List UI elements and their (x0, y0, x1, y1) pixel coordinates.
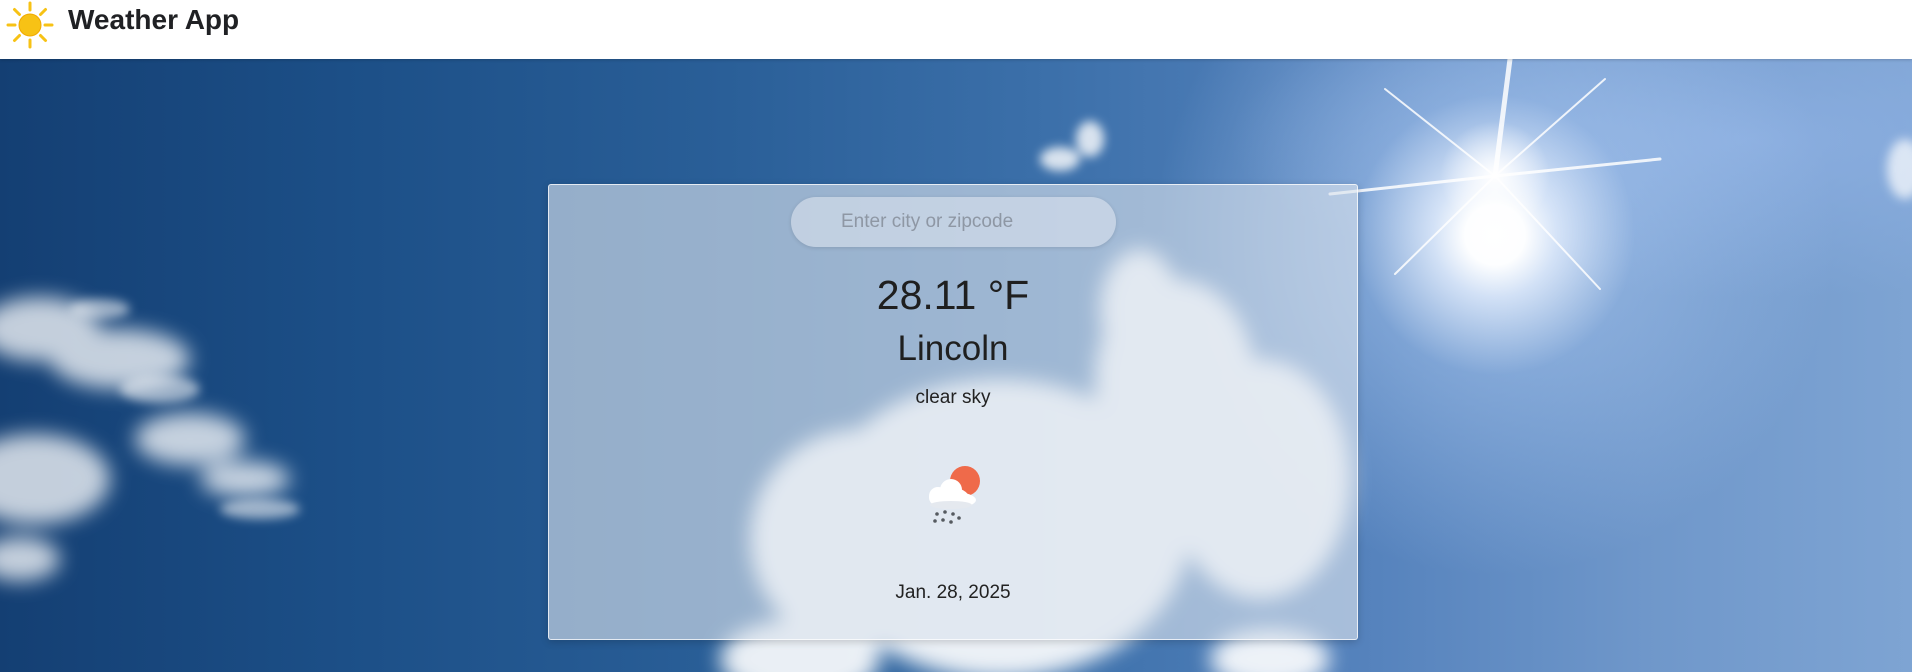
app-header: Weather App (0, 0, 1912, 59)
city-name: Lincoln (897, 329, 1009, 368)
cloud-rain-sun-icon (929, 466, 980, 524)
sun-icon (6, 1, 54, 49)
weather-card: 28.11 °F Lincoln clear sky Jan. 28, 2025 (548, 184, 1358, 640)
weather-description: clear sky (915, 387, 991, 408)
search-box (791, 197, 1116, 247)
search-input[interactable] (791, 197, 1116, 247)
temperature: 28.11 °F (876, 272, 1030, 318)
date: Jan. 28, 2025 (895, 582, 1011, 603)
app-title: Weather App (68, 4, 240, 35)
